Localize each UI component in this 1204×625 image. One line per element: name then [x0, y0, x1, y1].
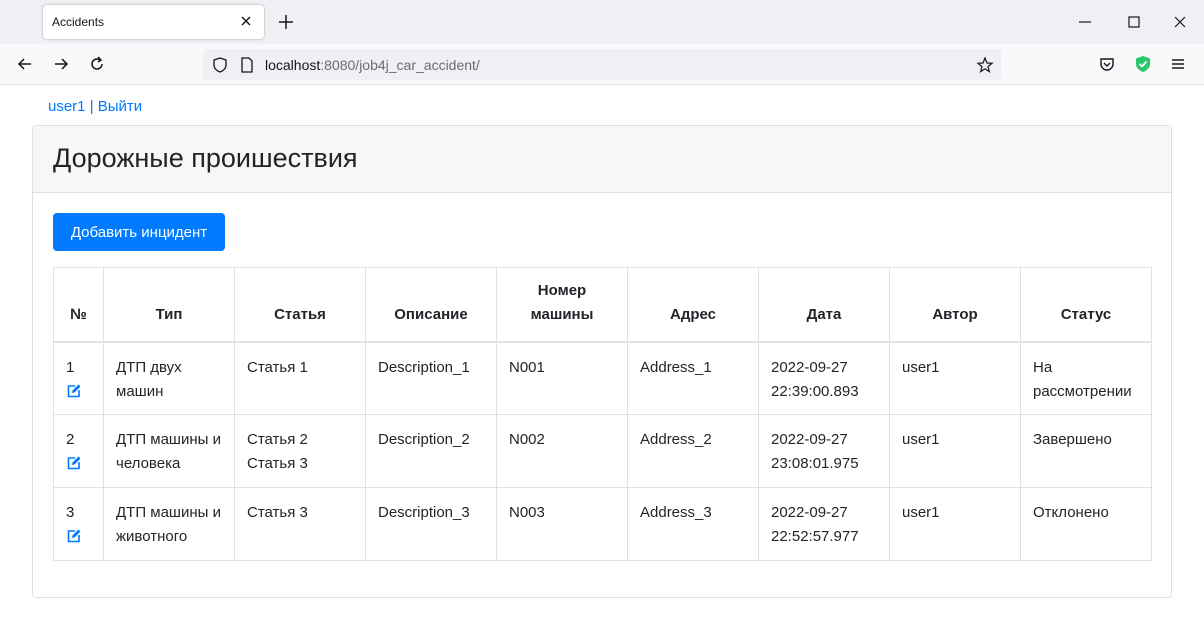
cell-author: user1 [889, 487, 1021, 561]
cell-rules: Статья 2 Статья 3 [234, 414, 366, 488]
browser-nav-bar: localhost:8080/job4j_car_accident/ [0, 44, 1204, 85]
table-row: 3 ДТП машины и животного Статья 3 Descri… [53, 487, 1152, 561]
cell-date: 2022-09-27 23:08:01.975 [758, 414, 890, 488]
header-car-number: Номер машины [496, 267, 628, 343]
header-date: Дата [758, 267, 890, 343]
card-header: Дорожные проишествия [33, 126, 1171, 193]
header-status: Статус [1020, 267, 1152, 343]
cell-car-number: N001 [496, 341, 628, 415]
header-rules: Статья [234, 267, 366, 343]
cell-address: Address_1 [627, 341, 759, 415]
user-bar: user1 | Выйти [48, 98, 142, 115]
cell-rules: Статья 3 [234, 487, 366, 561]
row-number: 2 [66, 431, 75, 448]
add-incident-button[interactable]: Добавить инцидент [53, 213, 225, 251]
browser-tab-bar: Accidents [0, 0, 1204, 44]
page-content: user1 | Выйти Дорожные проишествия Добав… [0, 86, 1204, 625]
hamburger-icon[interactable] [1168, 54, 1188, 74]
close-icon[interactable] [238, 13, 254, 29]
user-separator: | [85, 98, 98, 115]
page-title: Дорожные проишествия [53, 143, 358, 173]
header-type: Тип [103, 267, 235, 343]
cell-description: Description_3 [365, 487, 497, 561]
cell-status: Завершено [1020, 414, 1152, 488]
cell-date: 2022-09-27 22:39:00.893 [758, 341, 890, 415]
edit-icon[interactable] [66, 455, 82, 471]
cell-type: ДТП машины и животного [103, 487, 235, 561]
edit-icon[interactable] [66, 528, 82, 544]
cell-num: 2 [53, 414, 104, 488]
row-number: 1 [66, 358, 75, 376]
cell-car-number: N003 [496, 487, 628, 561]
close-window-icon[interactable] [1170, 12, 1190, 32]
browser-tab[interactable]: Accidents [43, 5, 264, 39]
table-header-row: № Тип Статья Описание Номер машины Адрес… [53, 267, 1152, 343]
url-bar[interactable]: localhost:8080/job4j_car_accident/ [203, 49, 1001, 80]
cell-author: user1 [889, 414, 1021, 488]
shield-icon[interactable] [211, 56, 229, 74]
cell-car-number: N002 [496, 414, 628, 488]
cell-num: 3 [53, 487, 104, 561]
cell-description: Description_2 [365, 414, 497, 488]
cell-type: ДТП двух машин [103, 341, 235, 415]
arrow-right-icon[interactable] [51, 54, 71, 74]
header-description: Описание [365, 267, 497, 343]
arrow-left-icon[interactable] [15, 54, 35, 74]
cell-status: На рассмотрении [1020, 341, 1152, 415]
maximize-icon[interactable] [1124, 12, 1144, 32]
accidents-card: Дорожные проишествия Добавить инцидент №… [32, 125, 1172, 598]
cell-rules: Статья 1 [234, 341, 366, 415]
edit-icon[interactable] [66, 383, 82, 399]
cell-date: 2022-09-27 22:52:57.977 [758, 487, 890, 561]
accidents-table: № Тип Статья Описание Номер машины Адрес… [53, 267, 1152, 561]
cell-author: user1 [889, 341, 1021, 415]
shield-check-icon[interactable] [1133, 54, 1153, 74]
cell-status: Отклонено [1020, 487, 1152, 561]
header-author: Автор [889, 267, 1021, 343]
plus-icon[interactable] [276, 12, 296, 32]
header-address: Адрес [627, 267, 759, 343]
url-text[interactable]: localhost:8080/job4j_car_accident/ [265, 57, 480, 73]
tab-title: Accidents [52, 15, 105, 29]
username-link[interactable]: user1 [48, 98, 86, 115]
cell-type: ДТП машины и человека [103, 414, 235, 488]
minimize-icon[interactable] [1075, 12, 1095, 32]
table-row: 2 ДТП машины и человека Статья 2 Статья … [53, 414, 1152, 488]
pocket-icon[interactable] [1097, 54, 1117, 74]
cell-address: Address_2 [627, 414, 759, 488]
cell-address: Address_3 [627, 487, 759, 561]
page-icon [241, 57, 253, 73]
cell-num: 1 [53, 341, 104, 415]
reload-icon[interactable] [87, 54, 107, 74]
star-icon[interactable] [976, 56, 994, 74]
logout-link[interactable]: Выйти [98, 98, 142, 115]
row-number: 3 [66, 504, 75, 521]
header-num: № [53, 267, 104, 343]
cell-description: Description_1 [365, 341, 497, 415]
table-row: 1 ДТП двух машин Статья 1 Description_1 … [53, 341, 1152, 415]
